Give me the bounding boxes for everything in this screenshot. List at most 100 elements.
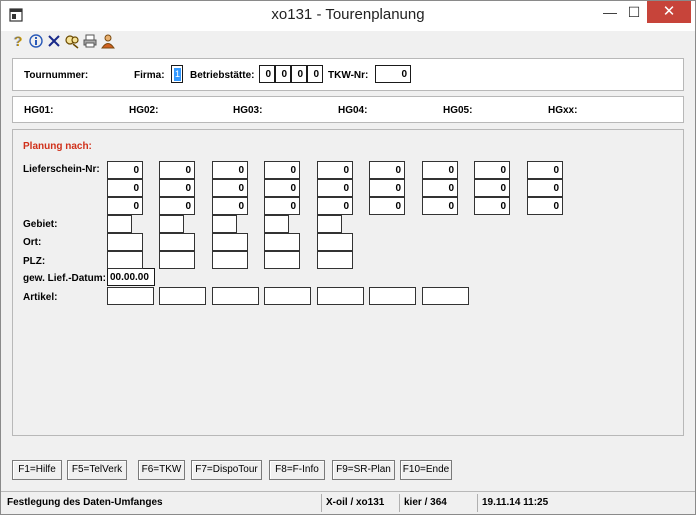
lieferschein-field[interactable]: 0 xyxy=(212,197,248,215)
maximize-button[interactable]: ☐ xyxy=(623,1,645,23)
f7-dispotour-button[interactable]: F7=DispoTour xyxy=(191,460,262,480)
lieferschein-field[interactable]: 0 xyxy=(474,197,510,215)
datum-label: gew. Lief.-Datum: xyxy=(23,273,106,284)
betriebsstaette-label: Betriebstätte: xyxy=(190,70,255,81)
betriebsstaette-field-4[interactable]: 0 xyxy=(307,65,323,83)
hg03-label: HG03: xyxy=(233,105,263,116)
status-program: X-oil / xo131 xyxy=(321,494,399,512)
f1-help-button[interactable]: F1=Hilfe xyxy=(12,460,62,480)
artikel-field[interactable] xyxy=(422,287,469,305)
ort-field[interactable] xyxy=(264,233,300,251)
minimize-button[interactable]: — xyxy=(597,1,623,23)
status-datetime: 19.11.14 11:25 xyxy=(477,494,693,512)
hg01-label: HG01: xyxy=(24,105,54,116)
status-bar: Festlegung des Daten-Umfanges X-oil / xo… xyxy=(1,491,695,514)
lieferschein-field[interactable]: 0 xyxy=(422,161,458,179)
plz-field[interactable] xyxy=(159,251,195,269)
f8-finfo-button[interactable]: F8=F-Info xyxy=(269,460,325,480)
datum-field[interactable]: 00.00.00 xyxy=(107,268,155,286)
lieferschein-field[interactable]: 0 xyxy=(474,179,510,197)
artikel-label: Artikel: xyxy=(23,292,58,303)
plz-field[interactable] xyxy=(107,251,143,269)
gebiet-field[interactable] xyxy=(264,215,289,233)
firma-field[interactable]: 1 xyxy=(171,65,183,83)
tkw-field[interactable]: 0 xyxy=(375,65,411,83)
f9-srplan-button[interactable]: F9=SR-Plan xyxy=(332,460,395,480)
betriebsstaette-field-2[interactable]: 0 xyxy=(275,65,291,83)
lieferschein-field[interactable]: 0 xyxy=(107,197,143,215)
ort-field[interactable] xyxy=(159,233,195,251)
lieferschein-label: Lieferschein-Nr: xyxy=(23,164,100,175)
section-title: Planung nach: xyxy=(23,141,92,152)
lieferschein-field[interactable]: 0 xyxy=(369,197,405,215)
lieferschein-field[interactable]: 0 xyxy=(159,179,195,197)
info-icon[interactable] xyxy=(28,33,44,49)
delete-icon[interactable] xyxy=(46,33,62,49)
lieferschein-field[interactable]: 0 xyxy=(264,179,300,197)
lieferschein-field[interactable]: 0 xyxy=(527,179,563,197)
artikel-field[interactable] xyxy=(317,287,364,305)
user-icon[interactable] xyxy=(100,33,116,49)
plz-field[interactable] xyxy=(317,251,353,269)
betriebsstaette-field-3[interactable]: 0 xyxy=(291,65,307,83)
ort-field[interactable] xyxy=(107,233,143,251)
print-icon[interactable] xyxy=(82,33,98,49)
ort-field[interactable] xyxy=(317,233,353,251)
lieferschein-field[interactable]: 0 xyxy=(107,179,143,197)
hg05-label: HG05: xyxy=(443,105,473,116)
lieferschein-field[interactable]: 0 xyxy=(212,179,248,197)
help-icon[interactable]: ? ? xyxy=(10,33,26,49)
toolbar: ? ? xyxy=(1,31,695,51)
f6-tkw-button[interactable]: F6=TKW xyxy=(138,460,185,480)
planning-panel: Planung nach: Lieferschein-Nr: Gebiet: O… xyxy=(12,129,684,436)
hg04-label: HG04: xyxy=(338,105,368,116)
status-user: kier / 364 xyxy=(399,494,477,512)
plz-field[interactable] xyxy=(212,251,248,269)
lieferschein-field[interactable]: 0 xyxy=(317,179,353,197)
artikel-field[interactable] xyxy=(264,287,311,305)
lieferschein-field[interactable]: 0 xyxy=(264,161,300,179)
lieferschein-field[interactable]: 0 xyxy=(369,179,405,197)
firma-value: 1 xyxy=(174,68,181,81)
hgxx-label: HGxx: xyxy=(548,105,578,116)
lieferschein-field[interactable]: 0 xyxy=(212,161,248,179)
f10-ende-button[interactable]: F10=Ende xyxy=(400,460,452,480)
tournummer-label: Tournummer: xyxy=(24,70,89,81)
header-panel: Tournummer: Firma: 1 Betriebstätte: 0 0 … xyxy=(12,58,684,91)
lieferschein-field[interactable]: 0 xyxy=(264,197,300,215)
artikel-field[interactable] xyxy=(107,287,154,305)
gebiet-field[interactable] xyxy=(212,215,237,233)
firma-label: Firma: xyxy=(134,70,165,81)
lieferschein-field[interactable]: 0 xyxy=(527,161,563,179)
gebiet-field[interactable] xyxy=(107,215,132,233)
lieferschein-field[interactable]: 0 xyxy=(317,197,353,215)
plz-label: PLZ: xyxy=(23,256,46,267)
search-icon[interactable] xyxy=(64,33,80,49)
lieferschein-field[interactable]: 0 xyxy=(159,197,195,215)
gebiet-field[interactable] xyxy=(317,215,342,233)
ort-field[interactable] xyxy=(212,233,248,251)
lieferschein-field[interactable]: 0 xyxy=(527,197,563,215)
lieferschein-field[interactable]: 0 xyxy=(369,161,405,179)
lieferschein-field[interactable]: 0 xyxy=(107,161,143,179)
artikel-field[interactable] xyxy=(369,287,416,305)
plz-field[interactable] xyxy=(264,251,300,269)
gebiet-label: Gebiet: xyxy=(23,219,58,230)
artikel-field[interactable] xyxy=(212,287,259,305)
hg02-label: HG02: xyxy=(129,105,159,116)
lieferschein-field[interactable]: 0 xyxy=(474,161,510,179)
lieferschein-field[interactable]: 0 xyxy=(159,161,195,179)
svg-text:?: ? xyxy=(13,33,22,49)
lieferschein-field[interactable]: 0 xyxy=(422,179,458,197)
window-title: xo131 - Tourenplanung xyxy=(271,6,425,23)
ort-label: Ort: xyxy=(23,237,42,248)
title-bar: xo131 - Tourenplanung — ☐ ✕ xyxy=(1,1,695,31)
f5-telverk-button[interactable]: F5=TelVerk xyxy=(67,460,127,480)
gebiet-field[interactable] xyxy=(159,215,184,233)
betriebsstaette-field-1[interactable]: 0 xyxy=(259,65,275,83)
lieferschein-field[interactable]: 0 xyxy=(422,197,458,215)
tkw-label: TKW-Nr: xyxy=(328,70,369,81)
artikel-field[interactable] xyxy=(159,287,206,305)
lieferschein-field[interactable]: 0 xyxy=(317,161,353,179)
close-button[interactable]: ✕ xyxy=(647,1,691,23)
